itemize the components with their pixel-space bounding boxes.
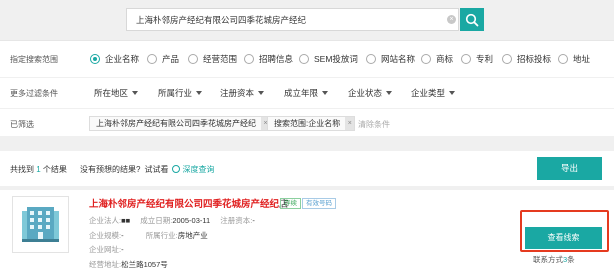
deep-search-prompt: 没有预想的结果? 试试看 深度查询 — [80, 165, 215, 174]
status-badge: 存续 — [280, 198, 301, 209]
scope-option-bidding[interactable]: 招标投标 — [502, 53, 551, 65]
close-icon[interactable]: × — [345, 117, 355, 130]
clear-icon[interactable]: × — [447, 15, 456, 24]
dropdown-region[interactable]: 所在地区 — [94, 87, 139, 99]
filter-panel: 指定搜索范围 企业名称 产品 经营范围 招聘信息 SEM投放词 网站名称 商标 … — [0, 40, 614, 136]
clear-all-link[interactable]: 清除条件 — [358, 119, 390, 130]
radio-icon — [461, 54, 471, 64]
building-icon — [22, 207, 59, 242]
scope-option-address[interactable]: 地址 — [558, 53, 590, 65]
search-bar-area: 上海朴邻房产经纪有限公司四季花城房产经纪 × — [0, 0, 614, 40]
search-button[interactable] — [460, 8, 484, 31]
scope-option-patent[interactable]: 专利 — [461, 53, 493, 65]
export-button[interactable]: 导出 — [537, 157, 602, 180]
chevron-down-icon — [258, 91, 265, 95]
chevron-down-icon — [322, 91, 329, 95]
radio-icon — [147, 54, 157, 64]
dropdown-years[interactable]: 成立年限 — [284, 87, 329, 99]
scope-label: 指定搜索范围 — [10, 55, 58, 64]
radio-icon — [421, 54, 431, 64]
selected-filters-row: 已筛选 上海朴邻房产经纪有限公司四季花城房产经纪 × 搜索范围:企业名称 × 清除条… — [0, 108, 614, 139]
phone-badge: 有效号码 — [302, 198, 336, 209]
more-filters-label: 更多过滤条件 — [10, 89, 58, 98]
scope-option-company-name[interactable]: 企业名称 — [90, 53, 139, 65]
radio-icon — [366, 54, 376, 64]
contact-count: 联系方式3条 — [533, 255, 575, 264]
chevron-down-icon — [132, 91, 139, 95]
scope-option-trademark[interactable]: 商标 — [421, 53, 453, 65]
chevron-down-icon — [196, 91, 203, 95]
scope-option-website[interactable]: 网站名称 — [366, 53, 415, 65]
result-count-text: 共找到 1 个结果 — [10, 165, 67, 174]
radio-icon — [244, 54, 254, 64]
chevron-down-icon — [386, 91, 393, 95]
selected-tag-query: 上海朴邻房产经纪有限公司四季花城房产经纪 × — [89, 116, 271, 131]
dropdown-industry[interactable]: 所属行业 — [158, 87, 203, 99]
dropdown-capital[interactable]: 注册资本 — [220, 87, 265, 99]
search-query[interactable]: 上海朴邻房产经纪有限公司四季花城房产经纪 — [136, 14, 306, 26]
radio-icon — [299, 54, 309, 64]
scope-row: 指定搜索范围 企业名称 产品 经营范围 招聘信息 SEM投放词 网站名称 商标 … — [0, 44, 614, 75]
results-header: 共找到 1 个结果 没有预想的结果? 试试看 深度查询 导出 — [0, 151, 614, 186]
deep-search-link[interactable]: 深度查询 — [182, 165, 214, 174]
search-input[interactable]: 上海朴邻房产经纪有限公司四季花城房产经纪 × — [126, 8, 459, 31]
company-logo — [12, 196, 69, 253]
selected-tag-scope: 搜索范围:企业名称 × — [267, 116, 356, 131]
selected-label: 已筛选 — [10, 120, 34, 129]
dropdown-type[interactable]: 企业类型 — [411, 87, 456, 99]
search-icon — [465, 13, 479, 27]
highlight-box — [520, 210, 609, 252]
info-line-3: 企业网址:- — [89, 245, 124, 254]
scope-option-recruitment[interactable]: 招聘信息 — [244, 53, 293, 65]
result-count: 1 — [36, 165, 41, 174]
scope-option-sem[interactable]: SEM投放词 — [299, 53, 358, 65]
company-name-link[interactable]: 上海朴邻房产经纪有限公司四季花城房产经纪店 — [89, 196, 289, 210]
info-line-4: 经营地址:松兰路1057号 — [89, 260, 168, 269]
radio-selected-icon — [90, 54, 100, 64]
radio-icon — [188, 54, 198, 64]
radio-icon — [558, 54, 568, 64]
chevron-down-icon — [449, 91, 456, 95]
info-line-2: 企业规模:- 所属行业:房地产业 — [89, 231, 208, 240]
dropdown-status[interactable]: 企业状态 — [348, 87, 393, 99]
info-line-1: 企业法人:■■ 成立日期:2005-03-11 注册资本:- — [89, 216, 255, 225]
scope-option-business-scope[interactable]: 经营范围 — [188, 53, 237, 65]
scope-option-product[interactable]: 产品 — [147, 53, 179, 65]
radio-icon — [502, 54, 512, 64]
more-filters-row: 更多过滤条件 所在地区 所属行业 注册资本 成立年限 企业状态 企业类型 — [0, 77, 614, 108]
search-icon — [172, 165, 181, 173]
